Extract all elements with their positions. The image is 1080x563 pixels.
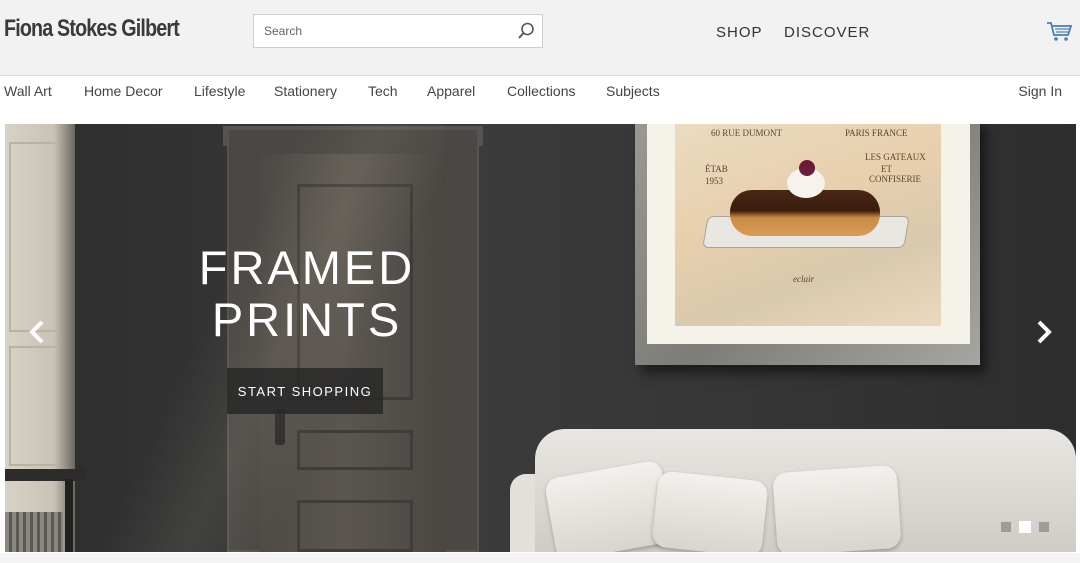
- search-input[interactable]: [254, 15, 514, 47]
- sign-in-link[interactable]: Sign In: [1018, 83, 1062, 99]
- art-text: eclair: [793, 274, 814, 284]
- hero-title-line: FRAMED: [198, 241, 416, 294]
- wall-panel: [9, 346, 59, 466]
- radiator: [5, 512, 63, 552]
- carousel-dot[interactable]: [1000, 521, 1012, 533]
- category-stationery[interactable]: Stationery: [274, 83, 337, 99]
- art-text: LES GATEAUX: [865, 152, 926, 162]
- hero-title: FRAMED PRINTS: [157, 242, 457, 346]
- category-bar: Wall Art Home Decor Lifestyle Stationery…: [0, 76, 1080, 114]
- search-icon[interactable]: [516, 21, 536, 41]
- search-box[interactable]: [253, 14, 543, 48]
- carousel-dot-active[interactable]: [1019, 521, 1031, 533]
- art-text: ET: [881, 164, 892, 174]
- cherry: [799, 160, 815, 176]
- art-text: CONFISERIE: [869, 174, 922, 184]
- carousel-indicators: [1000, 520, 1057, 538]
- site-header: Fiona Stokes Gilbert SHOP DISCOVER: [0, 0, 1080, 76]
- art-text: 1953: [705, 176, 723, 186]
- category-collections[interactable]: Collections: [507, 83, 575, 99]
- start-shopping-button[interactable]: START SHOPPING: [227, 368, 383, 414]
- category-subjects[interactable]: Subjects: [606, 83, 660, 99]
- chevron-left-icon[interactable]: [25, 319, 51, 345]
- art-text: 60 RUE DUMONT: [711, 128, 782, 138]
- eclair-artwork: 60 RUE DUMONT PARIS FRANCE ÉTAB 1953 LES…: [675, 124, 941, 326]
- category-wall-art[interactable]: Wall Art: [4, 83, 52, 99]
- nav-shop[interactable]: SHOP: [716, 24, 763, 41]
- page-bottom-strip: [0, 553, 1080, 563]
- pillow: [772, 464, 902, 552]
- carousel-dot[interactable]: [1038, 521, 1050, 533]
- hero-carousel: 60 RUE DUMONT PARIS FRANCE ÉTAB 1953 LES…: [5, 124, 1076, 552]
- nav-discover[interactable]: DISCOVER: [784, 24, 870, 41]
- category-apparel[interactable]: Apparel: [427, 83, 475, 99]
- art-text: PARIS FRANCE: [845, 128, 908, 138]
- pillow: [651, 470, 769, 552]
- category-tech[interactable]: Tech: [368, 83, 398, 99]
- category-home-decor[interactable]: Home Decor: [84, 83, 163, 99]
- hero-title-line: PRINTS: [211, 293, 403, 346]
- cart-icon[interactable]: [1046, 20, 1072, 42]
- category-lifestyle[interactable]: Lifestyle: [194, 83, 245, 99]
- chevron-right-icon[interactable]: [1030, 319, 1056, 345]
- art-text: ÉTAB: [705, 164, 728, 174]
- wall-panel: [9, 142, 59, 332]
- brand-logo[interactable]: Fiona Stokes Gilbert: [4, 15, 180, 43]
